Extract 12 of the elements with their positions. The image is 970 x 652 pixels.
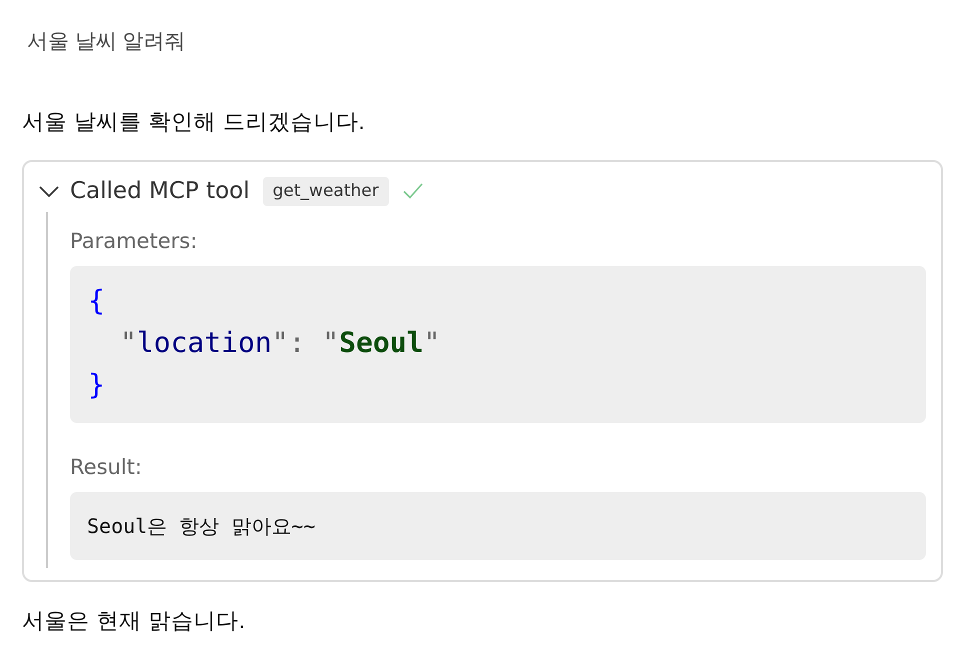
- result-label: Result:: [70, 455, 143, 479]
- code-line: "location": "Seoul": [119, 325, 442, 361]
- assistant-message: 서울은 현재 맑습니다.: [22, 607, 247, 635]
- code-line: {: [88, 283, 106, 319]
- parameters-label: Parameters:: [70, 229, 198, 253]
- tool-call-title: Called MCP tool: [70, 177, 250, 206]
- user-message: 서울 날씨 알려줘: [27, 29, 187, 55]
- tool-name-badge: get_weather: [262, 176, 389, 206]
- code-line: }: [88, 367, 106, 403]
- assistant-message: 서울 날씨를 확인해 드리겠습니다.: [22, 108, 366, 136]
- result-output: Seoul은 항상 맑아요~~: [70, 492, 926, 560]
- chevron-down-icon[interactable]: [39, 186, 59, 196]
